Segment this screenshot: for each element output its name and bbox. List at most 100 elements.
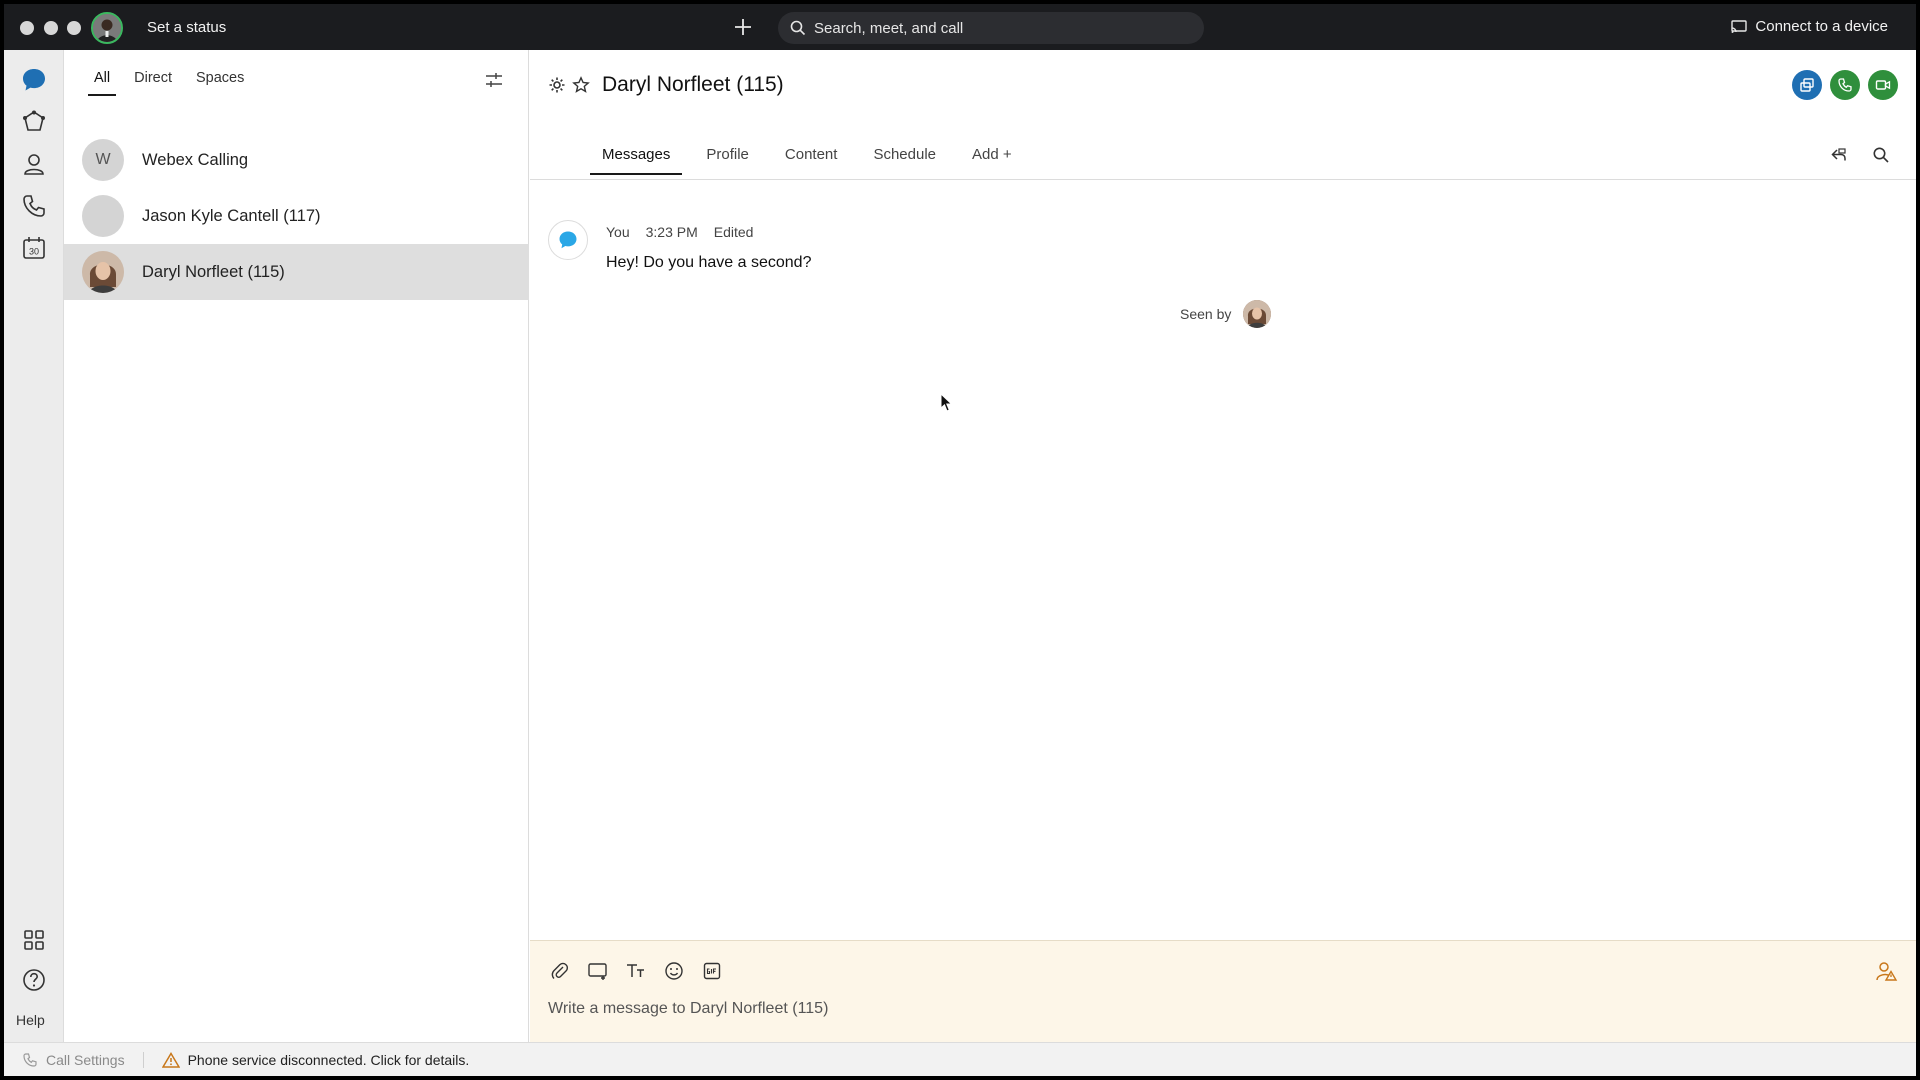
person-warning-icon: [1876, 962, 1898, 981]
phone-service-warning[interactable]: Phone service disconnected. Click for de…: [161, 1051, 470, 1068]
tab-profile[interactable]: Profile: [694, 146, 761, 175]
share-window-icon: [1800, 78, 1814, 92]
connect-device-label: Connect to a device: [1755, 18, 1888, 35]
chat-title: Daryl Norfleet (115): [602, 73, 784, 96]
tab-spaces[interactable]: Spaces: [184, 70, 256, 96]
avatar: [548, 220, 588, 260]
rail-item-help[interactable]: [18, 964, 50, 996]
message-time: 3:23 PM: [645, 224, 698, 240]
chat-tabs: Messages Profile Content Schedule Add +: [590, 146, 1036, 175]
conversation-item-selected[interactable]: Daryl Norfleet (115): [64, 244, 529, 300]
search-icon: [790, 20, 806, 36]
attach-file-button[interactable]: [548, 959, 572, 983]
title-bar: Set a status Search, meet, and call Conn…: [4, 4, 1916, 50]
message-item[interactable]: You 3:23 PM Edited Hey! Do you have a se…: [548, 220, 1448, 290]
status-bar: Call Settings Phone service disconnected…: [4, 1042, 1916, 1076]
message-bubble-icon: [559, 231, 577, 249]
reply-back-icon: [1831, 148, 1846, 161]
phone-warning-text: Phone service disconnected. Click for de…: [187, 1051, 470, 1068]
emoji-button[interactable]: [662, 959, 686, 983]
status-divider: [142, 1051, 144, 1068]
search-icon: [1873, 147, 1889, 163]
video-call-button[interactable]: [1868, 70, 1898, 100]
rail-item-apps[interactable]: [18, 924, 50, 956]
tab-schedule[interactable]: Schedule: [861, 146, 948, 175]
apps-grid-icon: [24, 930, 44, 950]
avatar: [1243, 300, 1272, 328]
my-avatar[interactable]: [91, 12, 123, 44]
avatar: [82, 195, 124, 237]
text-format-button[interactable]: [624, 959, 648, 983]
share-screen-button[interactable]: [1792, 70, 1822, 100]
person-photo-icon: [93, 14, 121, 42]
pointer-icon: [940, 392, 953, 412]
help-label[interactable]: Help: [16, 1012, 45, 1028]
chat-panel: Daryl Norfleet (115) Messages Profile Co…: [530, 50, 1916, 1042]
space-settings-button[interactable]: [548, 76, 566, 94]
message-meta: You 3:23 PM Edited: [606, 224, 753, 240]
set-status-button[interactable]: Set a status: [147, 19, 226, 36]
help-icon: [23, 969, 45, 991]
message-text: Hey! Do you have a second?: [606, 254, 812, 271]
rail-item-messaging[interactable]: [18, 64, 50, 96]
tab-all[interactable]: All: [82, 70, 122, 96]
contacts-icon: [24, 154, 44, 175]
screen-capture-icon: [588, 963, 607, 980]
close-window-button[interactable]: [20, 21, 34, 35]
svg-text:30: 30: [29, 247, 39, 257]
filter-sliders-icon: [486, 73, 502, 87]
screenshot-button[interactable]: [586, 959, 610, 983]
maximize-window-button[interactable]: [67, 21, 81, 35]
gear-icon: [549, 77, 565, 93]
minimize-window-button[interactable]: [44, 21, 58, 35]
calendar-icon: 30: [23, 237, 45, 259]
tab-add[interactable]: Add +: [960, 146, 1024, 175]
person-photo-icon: [1243, 300, 1272, 328]
mouse-cursor: [940, 392, 954, 413]
call-settings-button[interactable]: Call Settings: [22, 1052, 125, 1068]
audio-call-button[interactable]: [1830, 70, 1860, 100]
call-settings-label: Call Settings: [46, 1051, 125, 1068]
rail-item-contacts[interactable]: [18, 148, 50, 180]
search-placeholder: Search, meet, and call: [814, 19, 964, 37]
rail-item-calendar[interactable]: 30: [18, 232, 50, 264]
calling-icon: [23, 195, 45, 217]
tab-messages[interactable]: Messages: [590, 146, 683, 175]
composer-warning-button[interactable]: [1874, 959, 1898, 983]
plus-icon: [735, 19, 751, 35]
webex-window: Set a status Search, meet, and call Conn…: [4, 4, 1916, 1076]
rail-item-calling[interactable]: [18, 190, 50, 222]
seen-by-label: Seen by: [1180, 306, 1232, 322]
tab-direct[interactable]: Direct: [122, 70, 184, 96]
search-messages-button[interactable]: [1872, 146, 1890, 169]
conversation-name: Daryl Norfleet (115): [142, 262, 285, 281]
message-sender: You: [606, 224, 630, 240]
message-edited-label: Edited: [713, 224, 754, 240]
paperclip-icon: [551, 962, 569, 979]
filter-button[interactable]: [484, 70, 504, 90]
warning-triangle-icon: [161, 1051, 180, 1068]
avatar: [82, 251, 124, 293]
chat-header: Daryl Norfleet (115) Messages Profile Co…: [530, 50, 1916, 180]
rail-item-teams[interactable]: [18, 106, 50, 138]
favorite-button[interactable]: [572, 76, 590, 94]
tab-content[interactable]: Content: [773, 146, 850, 175]
gif-button[interactable]: [700, 959, 724, 983]
search-bar[interactable]: Search, meet, and call: [778, 12, 1204, 44]
message-composer: [530, 940, 1916, 1042]
phone-settings-icon: [23, 1052, 37, 1067]
threads-button[interactable]: [1830, 146, 1848, 169]
conversation-item[interactable]: W Webex Calling: [64, 132, 529, 188]
cast-icon: [1731, 19, 1748, 33]
conversation-item[interactable]: Jason Kyle Cantell (117): [64, 188, 529, 244]
emoji-icon: [665, 962, 683, 980]
seen-by-indicator[interactable]: Seen by: [1180, 300, 1272, 328]
message-input[interactable]: [548, 995, 1848, 1023]
connect-device-button[interactable]: Connect to a device: [1731, 18, 1888, 35]
avatar: W: [82, 139, 124, 181]
new-plus-button[interactable]: [730, 14, 756, 40]
list-filter-tabs: All Direct Spaces: [82, 70, 256, 96]
teams-icon: [23, 110, 45, 131]
conversation-name: Jason Kyle Cantell (117): [142, 206, 321, 225]
navigation-rail: 30 Help: [4, 50, 64, 1042]
